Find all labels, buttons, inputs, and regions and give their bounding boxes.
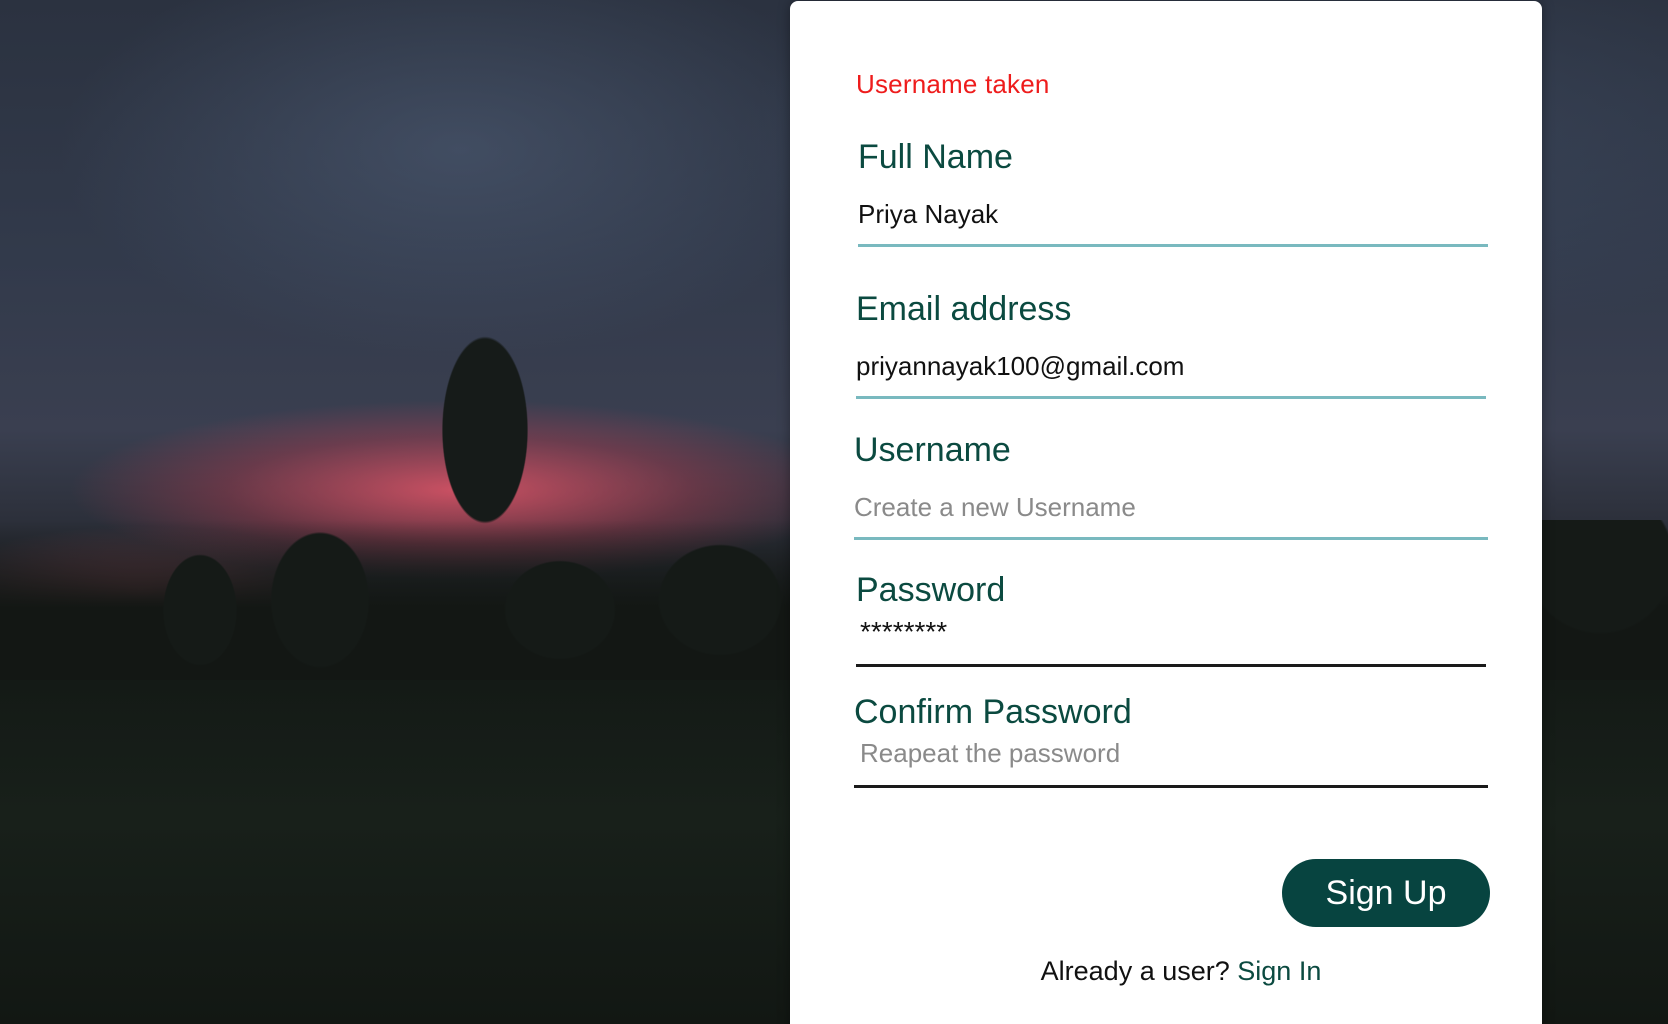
- full-name-group: Full Name: [858, 137, 1488, 247]
- email-group: Email address: [856, 289, 1486, 399]
- password-label: Password: [856, 571, 1006, 609]
- signup-page: Username taken Full Name Email address U…: [0, 0, 1668, 1024]
- password-input[interactable]: [856, 616, 1486, 667]
- password-group: Password: [856, 570, 1486, 667]
- email-label: Email address: [856, 290, 1072, 328]
- signin-row: Already a user? Sign In: [790, 956, 1542, 987]
- signup-card: Username taken Full Name Email address U…: [790, 1, 1542, 1024]
- full-name-input[interactable]: [858, 199, 1488, 247]
- email-input[interactable]: [856, 351, 1486, 399]
- error-message: Username taken: [856, 69, 1050, 99]
- signin-prompt: Already a user?: [1040, 956, 1230, 986]
- full-name-label: Full Name: [858, 138, 1013, 176]
- confirm-password-label: Confirm Password: [854, 693, 1132, 731]
- confirm-password-group: Confirm Password: [854, 692, 1488, 788]
- username-input[interactable]: [854, 492, 1488, 540]
- username-label: Username: [854, 431, 1011, 469]
- username-group: Username: [854, 430, 1488, 540]
- sign-in-link[interactable]: Sign In: [1237, 956, 1321, 986]
- confirm-password-input[interactable]: [854, 738, 1488, 788]
- sign-up-button[interactable]: Sign Up: [1282, 859, 1490, 927]
